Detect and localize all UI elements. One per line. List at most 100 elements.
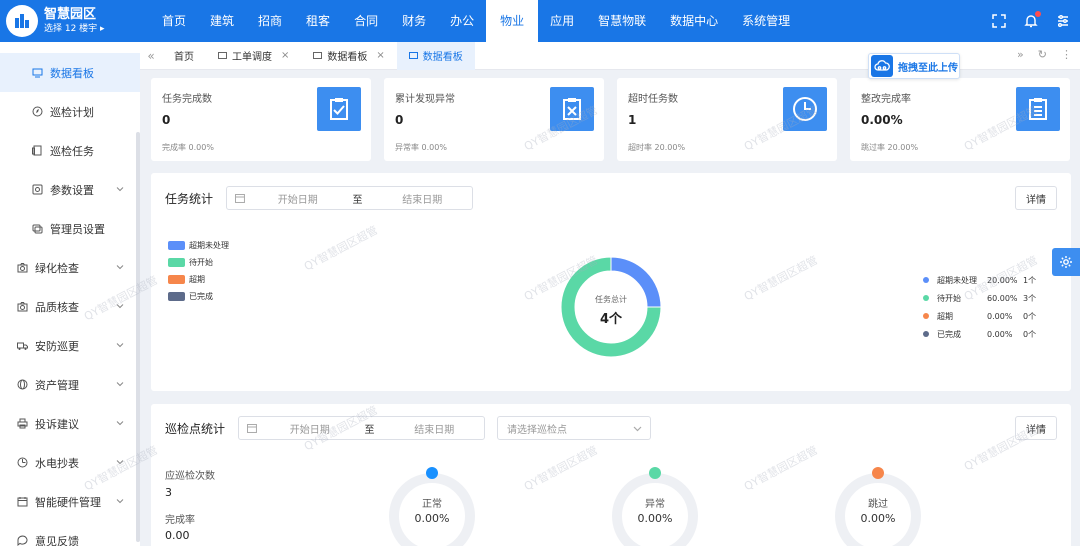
legend-detail-count: 0个 bbox=[1023, 311, 1037, 321]
sidebar-item-label: 水电抄表 bbox=[35, 456, 79, 470]
tab-close-icon[interactable]: × bbox=[281, 50, 289, 61]
calendar-icon bbox=[235, 194, 245, 203]
stat-value: 1 bbox=[628, 113, 637, 127]
building-selector[interactable]: 选择 12 楼宇 ▸ bbox=[44, 24, 105, 35]
inspection-panel-title: 巡检点统计 bbox=[165, 422, 226, 436]
legend-detail-name: 超期未处理 bbox=[937, 275, 977, 285]
tabs-scroll-left-icon[interactable]: « bbox=[140, 49, 162, 63]
sidebar-item[interactable]: 巡检任务 bbox=[0, 131, 140, 170]
top-navbar: 智慧园区 选择 12 楼宇 ▸ 首页 建筑 招商 租客 合同 财务 办公 物业 应用 智慧物联 数据… bbox=[0, 0, 1080, 42]
settings-sliders-icon[interactable] bbox=[1056, 14, 1070, 28]
nav-item[interactable]: 租客 bbox=[294, 0, 342, 42]
chevron-down-icon bbox=[116, 421, 124, 426]
nav-item[interactable]: 系统管理 bbox=[730, 0, 802, 42]
donut-center-value: 4个 bbox=[599, 312, 623, 327]
sidebar-item[interactable]: 意见反馈 bbox=[0, 521, 140, 546]
legend-swatch bbox=[168, 258, 185, 267]
legend-detail-percent: 0.00% bbox=[987, 329, 1013, 339]
stat-label: 任务完成数 bbox=[162, 94, 212, 105]
legend-detail-percent: 0.00% bbox=[987, 311, 1013, 321]
stat-card: 累计发现异常 0 异常率 0.00% bbox=[384, 78, 604, 161]
gauge-marker bbox=[426, 467, 438, 479]
tab[interactable]: 数据看板 bbox=[396, 41, 475, 70]
nav-item[interactable]: 应用 bbox=[538, 0, 586, 42]
inspection-point-select[interactable]: 请选择巡检点 bbox=[497, 416, 651, 440]
legend-item[interactable]: 超期 bbox=[168, 271, 229, 288]
legend-dot bbox=[923, 277, 929, 283]
gauge-label: 跳过 bbox=[868, 499, 888, 510]
inspection-date-end[interactable]: 结束日期 bbox=[384, 421, 484, 436]
inspection-detail-button[interactable]: 详情 bbox=[1015, 416, 1057, 440]
task-date-range[interactable]: 开始日期 至 结束日期 bbox=[226, 186, 473, 210]
gauge-marker bbox=[649, 467, 661, 479]
sidebar-item[interactable]: 巡检计划 bbox=[0, 92, 140, 131]
nav-item[interactable]: 合同 bbox=[342, 0, 390, 42]
tab[interactable]: 数据看板 × bbox=[301, 42, 396, 70]
nav-item[interactable]: 数据中心 bbox=[658, 0, 730, 42]
legend-item[interactable]: 超期未处理 bbox=[168, 237, 229, 254]
legend-swatch bbox=[168, 292, 185, 301]
sidebar-item[interactable]: 智能硬件管理 bbox=[0, 482, 140, 521]
sidebar-item[interactable]: 水电抄表 bbox=[0, 443, 140, 482]
tabs-menu-icon[interactable]: ⋮ bbox=[1061, 48, 1072, 61]
inspection-date-start[interactable]: 开始日期 bbox=[265, 421, 355, 436]
theme-settings-gear-icon[interactable] bbox=[1052, 248, 1080, 276]
tab-close-icon[interactable]: × bbox=[376, 50, 384, 61]
chevron-down-icon bbox=[116, 304, 124, 309]
nav-item[interactable]: 建筑 bbox=[198, 0, 246, 42]
nav-item[interactable]: 智慧物联 bbox=[586, 0, 658, 42]
tabs-scroll-right-icon[interactable]: » bbox=[1017, 48, 1024, 61]
sidebar: 数据看板巡检计划 巡检任务 参数设置 管理员设置 绿化检查 品质核查 安防巡更 资产管理 投诉建… bbox=[0, 42, 140, 546]
stat-value: 0 bbox=[395, 113, 404, 127]
tab[interactable]: 首页 bbox=[162, 42, 206, 70]
sidebar-item-label: 数据看板 bbox=[50, 66, 94, 80]
inspection-metric-label: 应巡检次数 bbox=[165, 471, 215, 482]
legend-item[interactable]: 待开始 bbox=[168, 254, 229, 271]
printer-icon bbox=[17, 418, 28, 429]
gauge-value: 0.00% bbox=[637, 512, 673, 525]
stat-label: 整改完成率 bbox=[861, 94, 911, 105]
notification-bell-icon[interactable] bbox=[1024, 11, 1041, 28]
meter-icon bbox=[17, 457, 28, 468]
tab-page-icon bbox=[313, 52, 323, 59]
app-logo[interactable]: 智慧园区 选择 12 楼宇 ▸ bbox=[0, 0, 140, 42]
sidebar-item[interactable]: 参数设置 bbox=[0, 170, 140, 209]
sidebar-item[interactable]: 数据看板 bbox=[0, 53, 140, 92]
legend-detail-count: 3个 bbox=[1023, 293, 1037, 303]
gauge-label: 正常 bbox=[422, 499, 442, 510]
logo-building-icon bbox=[6, 5, 38, 37]
fullscreen-icon[interactable] bbox=[992, 14, 1006, 28]
refresh-icon[interactable]: ↻ bbox=[1038, 48, 1047, 61]
nav-item[interactable]: 物业 bbox=[486, 0, 539, 42]
nav-item[interactable]: 财务 bbox=[390, 0, 438, 42]
legend-swatch bbox=[168, 275, 185, 284]
task-detail-button[interactable]: 详情 bbox=[1015, 186, 1057, 210]
task-date-start[interactable]: 开始日期 bbox=[253, 191, 343, 206]
drag-upload-button[interactable]: 拖拽至此上传 bbox=[868, 53, 960, 79]
calendar-icon bbox=[17, 497, 28, 507]
nav-item[interactable]: 首页 bbox=[150, 0, 198, 42]
gauge-label: 异常 bbox=[645, 499, 665, 510]
legend-detail-name: 待开始 bbox=[937, 293, 961, 303]
admin-icon bbox=[32, 224, 43, 234]
legend-detail-percent: 20.00% bbox=[987, 275, 1018, 285]
tab[interactable]: 工单调度 × bbox=[206, 42, 301, 70]
legend-item[interactable]: 已完成 bbox=[168, 288, 229, 305]
sidebar-item[interactable]: 安防巡更 bbox=[0, 326, 140, 365]
nav-item[interactable]: 办公 bbox=[438, 0, 486, 42]
sidebar-item[interactable]: 绿化检查 bbox=[0, 248, 140, 287]
sidebar-item[interactable]: 管理员设置 bbox=[0, 209, 140, 248]
inspection-statistics-panel: 巡检点统计 开始日期 至 结束日期 请选择巡检点 详情 应巡检次数 3 完成率 0.0… bbox=[151, 404, 1071, 546]
sidebar-item[interactable]: 投诉建议 bbox=[0, 404, 140, 443]
sidebar-item[interactable]: 资产管理 bbox=[0, 365, 140, 404]
legend-detail-name: 已完成 bbox=[937, 329, 961, 339]
clipboard-check-icon bbox=[317, 87, 361, 131]
inspection-date-range[interactable]: 开始日期 至 结束日期 bbox=[238, 416, 485, 440]
legend-label: 待开始 bbox=[189, 258, 213, 267]
truck-icon bbox=[17, 342, 28, 350]
sidebar-item[interactable]: 品质核查 bbox=[0, 287, 140, 326]
nav-item[interactable]: 招商 bbox=[246, 0, 294, 42]
task-date-end[interactable]: 结束日期 bbox=[372, 191, 472, 206]
legend-detail-count: 1个 bbox=[1023, 275, 1037, 285]
sidebar-item-label: 智能硬件管理 bbox=[35, 495, 101, 509]
